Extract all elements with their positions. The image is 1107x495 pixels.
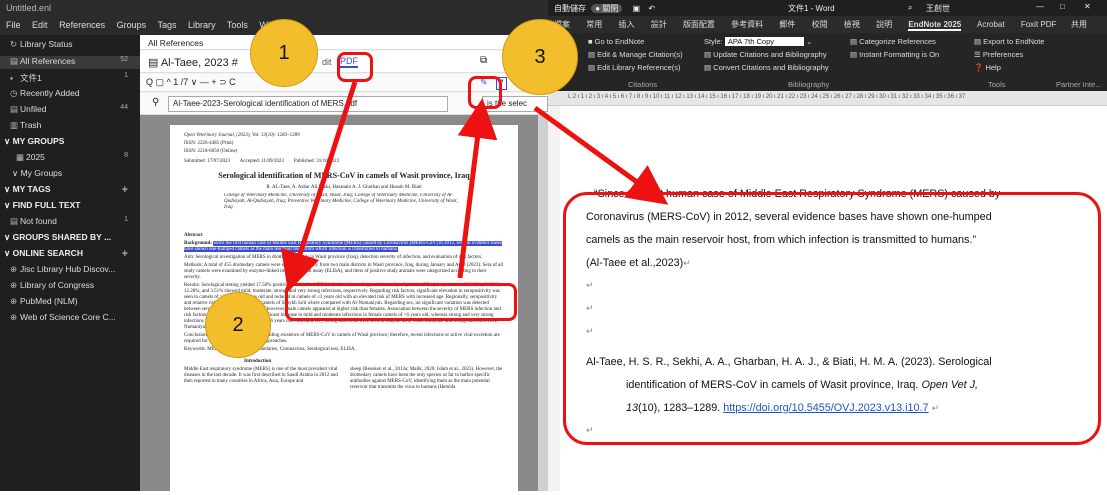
step-1-marker: 1 <box>250 19 318 87</box>
arrow-pdf-to-highlight <box>281 81 358 293</box>
arrow-quote-to-word <box>533 105 669 205</box>
step-2-marker: 2 <box>205 292 271 358</box>
arrow-highlight-to-quote <box>457 98 498 279</box>
step-3-marker: 3 <box>502 19 578 95</box>
